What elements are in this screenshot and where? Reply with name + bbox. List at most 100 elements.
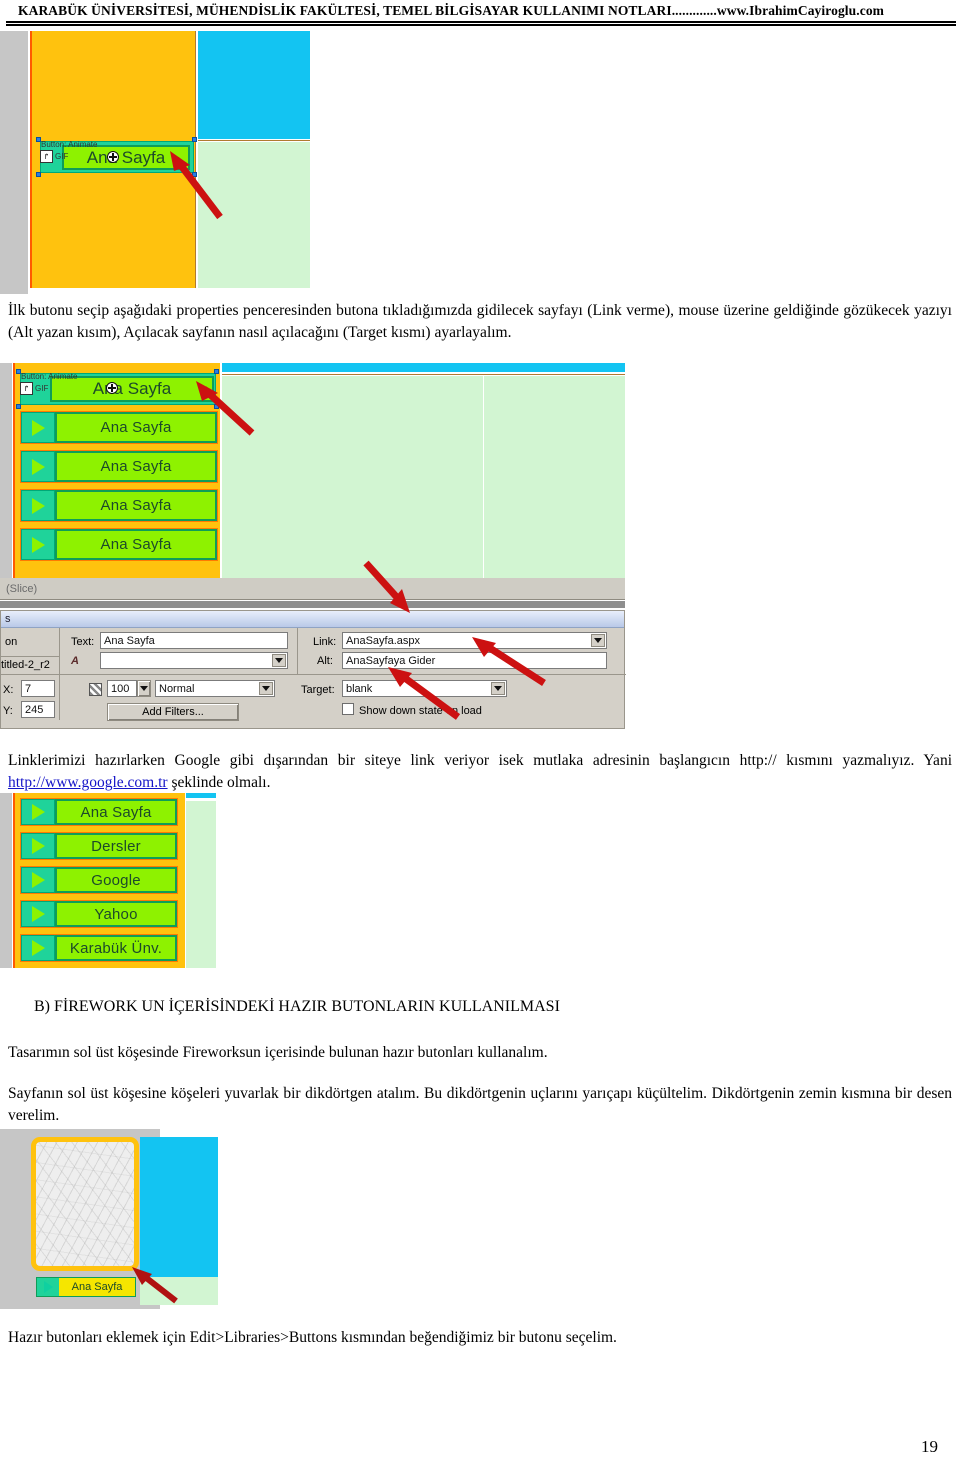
y-coordinate-value: 245 bbox=[25, 703, 44, 716]
opacity-input[interactable]: 100 bbox=[107, 680, 137, 697]
fw3-button-row[interactable]: Yahoo bbox=[20, 900, 178, 928]
blend-mode-dropdown[interactable]: Normal bbox=[155, 680, 275, 697]
fw3-button-row[interactable]: Google bbox=[20, 866, 178, 894]
alt-text-value: AnaSayfaya Gider bbox=[346, 654, 436, 667]
fw-selected-button[interactable]: Ana Sayfa Button: Animate ↱ GIF bbox=[36, 137, 197, 177]
screenshot-fireworks-layout-1: Ana Sayfa Button: Animate ↱ GIF bbox=[0, 31, 330, 294]
fw3-button-label: Dersler bbox=[91, 837, 141, 855]
properties-panel-body: on titled-2_r2 X: 7 Y: 245 Text: Ana Say… bbox=[1, 628, 626, 721]
fw3-button-row[interactable]: Karabük Ünv. bbox=[20, 934, 178, 962]
link-url-dropdown[interactable]: AnaSayfa.aspx bbox=[342, 632, 607, 649]
alt-text-input[interactable]: AnaSayfaya Gider bbox=[342, 652, 607, 669]
fw4-region-cyan bbox=[140, 1137, 218, 1277]
fw-badge-type-label: Button: Animate bbox=[41, 140, 98, 149]
screenshot-rounded-rect-texture: Ana Sayfa bbox=[0, 1129, 230, 1309]
paragraph-edit-libraries-buttons: Hazır butonları eklemek için Edit>Librar… bbox=[8, 1329, 617, 1346]
text-field-label: Text: bbox=[71, 636, 95, 648]
fw2-button-label: Ana Sayfa bbox=[100, 458, 172, 475]
add-filters-button[interactable]: Add Filters... bbox=[107, 703, 239, 721]
target-value: blank bbox=[346, 682, 373, 695]
y-coordinate-input[interactable]: 245 bbox=[21, 701, 55, 718]
fw-region-cyan bbox=[198, 31, 310, 139]
chevron-down-icon[interactable] bbox=[591, 634, 605, 647]
resize-handle-br[interactable] bbox=[192, 172, 197, 177]
fw3-button-label-wrap: Ana Sayfa bbox=[55, 799, 177, 825]
fw3-button-label-wrap: Google bbox=[55, 867, 177, 893]
button-text-input[interactable]: Ana Sayfa bbox=[100, 632, 288, 649]
font-family-dropdown[interactable] bbox=[100, 652, 288, 669]
x-coordinate-label: X: bbox=[3, 684, 14, 696]
play-triangle-icon bbox=[21, 799, 55, 825]
fw3-button-label: Karabük Ünv. bbox=[69, 939, 163, 957]
show-down-state-checkbox[interactable] bbox=[342, 703, 354, 715]
fw3-button-label: Ana Sayfa bbox=[80, 803, 152, 821]
play-triangle-icon bbox=[37, 1278, 59, 1296]
fw3-button-label-wrap: Yahoo bbox=[55, 901, 177, 927]
fw2-button-row[interactable]: Ana Sayfa bbox=[20, 528, 218, 561]
fw3-button-label: Yahoo bbox=[94, 905, 138, 923]
fw3-button-label: Google bbox=[91, 871, 141, 889]
fw2-button-label: Ana Sayfa bbox=[100, 419, 172, 436]
export-icon: ↱ bbox=[20, 382, 33, 395]
fw2-button-badge: Button: Animate bbox=[21, 372, 77, 381]
properties-panel-title: s bbox=[5, 613, 11, 625]
fw3-button-label-wrap: Dersler bbox=[55, 833, 177, 859]
play-triangle-icon bbox=[21, 833, 55, 859]
paragraph-external-link: Linklerimizi hazırlarken Google gibi dış… bbox=[8, 750, 952, 794]
resize-handle-bl[interactable] bbox=[16, 404, 21, 409]
fw2-button-row[interactable]: Ana Sayfa bbox=[20, 489, 218, 522]
fw3-button-label-wrap: Karabük Ünv. bbox=[55, 935, 177, 961]
google-link[interactable]: http://www.google.com.tr bbox=[8, 774, 168, 791]
fw2-button-label-wrap: Ana Sayfa bbox=[55, 490, 217, 521]
opacity-swatch-icon bbox=[89, 683, 102, 696]
fw2-button-label: Ana Sayfa bbox=[100, 536, 172, 553]
fw3-button-row[interactable]: Dersler bbox=[20, 832, 178, 860]
fw2-button-label: Ana Sayfa bbox=[100, 497, 172, 514]
fw-badge-format-label: GIF bbox=[55, 152, 69, 161]
fw2-status-bar: (Slice) bbox=[0, 578, 625, 600]
resize-handle-tr[interactable] bbox=[192, 137, 197, 142]
x-coordinate-value: 7 bbox=[25, 682, 32, 695]
fw3-region-cyan bbox=[186, 793, 216, 798]
resize-handle-br[interactable] bbox=[214, 404, 219, 409]
font-icon: A bbox=[71, 655, 79, 667]
play-triangle-icon bbox=[21, 451, 55, 482]
resize-handle-bl[interactable] bbox=[36, 172, 41, 177]
page-header: KARABÜK ÜNİVERSİTESİ, MÜHENDİSLİK FAKÜLT… bbox=[0, 0, 960, 26]
chevron-down-icon[interactable] bbox=[259, 682, 273, 695]
fw2-region-cyan bbox=[222, 363, 625, 372]
resize-handle-tr[interactable] bbox=[214, 369, 219, 374]
opacity-slider-button[interactable] bbox=[137, 680, 151, 697]
fw2-button-label-wrap: Ana Sayfa bbox=[55, 451, 217, 482]
target-dropdown[interactable]: blank bbox=[342, 680, 507, 697]
play-triangle-icon bbox=[21, 867, 55, 893]
alt-field-label: Alt: bbox=[317, 655, 333, 667]
play-triangle-icon bbox=[21, 935, 55, 961]
link-url-value: AnaSayfa.aspx bbox=[346, 634, 420, 647]
header-title: KARABÜK ÜNİVERSİTESİ, MÜHENDİSLİK FAKÜLT… bbox=[18, 3, 885, 18]
object-name-value: titled-2_r2 bbox=[1, 656, 59, 671]
chevron-down-icon[interactable] bbox=[491, 682, 505, 695]
fw2-button-label-wrap: Ana Sayfa bbox=[55, 529, 217, 560]
x-coordinate-input[interactable]: 7 bbox=[21, 680, 55, 697]
fw2-selected-button[interactable]: Ana Sayfa Button: Animate ↱ GIF bbox=[16, 369, 219, 409]
fw2-slice-guide-vertical bbox=[483, 376, 484, 578]
fw2-badge-type-label: Button: Animate bbox=[21, 372, 78, 381]
fw2-selected-button-label: Ana Sayfa bbox=[92, 379, 172, 398]
fw3-region-light-green bbox=[186, 801, 216, 968]
link-field-label: Link: bbox=[313, 636, 337, 648]
chevron-down-icon[interactable] bbox=[272, 654, 286, 667]
fw2-divider-bar bbox=[0, 601, 625, 608]
fw4-ready-button[interactable]: Ana Sayfa bbox=[36, 1277, 136, 1297]
fw4-region-light-green bbox=[140, 1277, 218, 1305]
fw2-button-row[interactable]: Ana Sayfa bbox=[20, 450, 218, 483]
fw-slice-guide-line bbox=[198, 140, 310, 141]
opacity-value: 100 bbox=[111, 682, 130, 695]
rounded-rectangle-shape[interactable] bbox=[31, 1137, 139, 1271]
fw2-button-row[interactable]: Ana Sayfa bbox=[20, 411, 218, 444]
play-triangle-icon bbox=[21, 490, 55, 521]
move-cursor-icon bbox=[106, 382, 118, 394]
fw-canvas-gray-strip bbox=[0, 31, 28, 294]
paragraph-ready-buttons: Tasarımın sol üst köşesinde Fireworksun … bbox=[8, 1044, 548, 1061]
fw3-button-row[interactable]: Ana Sayfa bbox=[20, 798, 178, 826]
